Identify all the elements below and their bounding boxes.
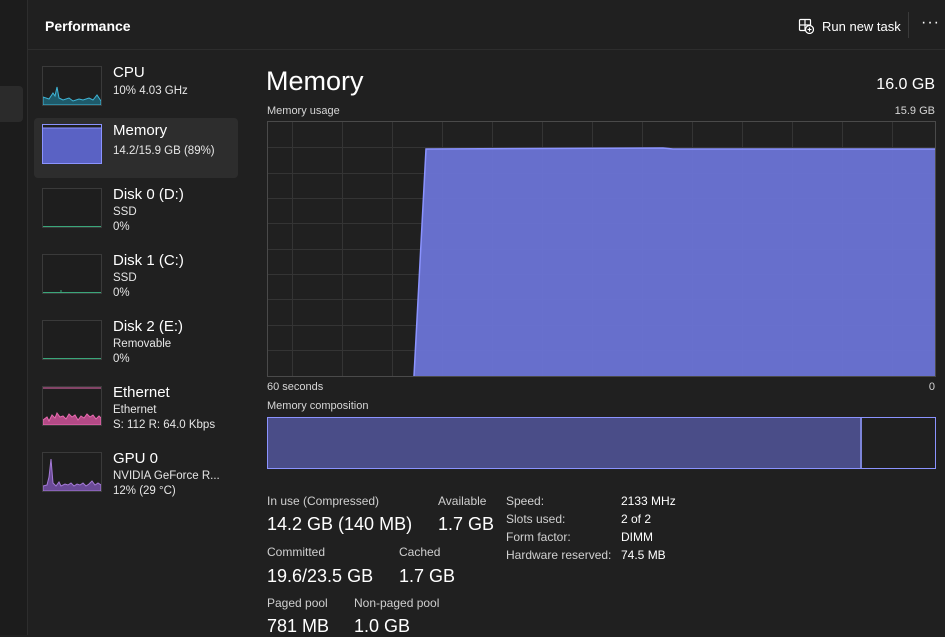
sidebar-item-memory[interactable]: Memory 14.2/15.9 GB (89%) xyxy=(34,118,238,178)
sidebar-item-disk-0[interactable]: Disk 0 (D:) SSD 0% xyxy=(34,182,238,242)
sidebar-item-detail: 0% xyxy=(113,287,130,299)
committed-value: 19.6/23.5 GB xyxy=(267,566,374,586)
sidebar-item-type: SSD xyxy=(113,272,137,284)
non-paged-pool-value: 1.0 GB xyxy=(354,616,411,636)
available-label: Available xyxy=(438,494,487,508)
hardware-reserved-label: Hardware reserved: xyxy=(506,548,612,562)
run-new-task-button[interactable]: Run new task xyxy=(798,14,901,38)
run-new-task-label: Run new task xyxy=(822,18,901,34)
disk-0-thumbnail-graph xyxy=(42,188,102,228)
memory-usage-label: Memory usage xyxy=(267,105,340,117)
non-paged-pool-label: Non-paged pool xyxy=(354,596,440,610)
cached-value: 1.7 GB xyxy=(399,566,456,586)
in-use-label: In use (Compressed) xyxy=(267,494,380,508)
performance-sidebar: CPU 10% 4.03 GHz Memory 14.2/15.9 GB (89… xyxy=(28,56,238,635)
slots-used-label: Slots used: xyxy=(506,512,566,526)
memory-thumbnail-graph xyxy=(42,124,102,164)
paged-pool-value: 781 MB xyxy=(267,616,330,636)
time-end-label: 0 xyxy=(928,381,935,393)
sidebar-item-type: SSD xyxy=(113,206,137,218)
disk-2-thumbnail-graph xyxy=(42,320,102,360)
speed-value: 2133 MHz xyxy=(621,494,676,508)
disk-1-thumbnail-graph xyxy=(42,254,102,294)
sidebar-item-name: Memory xyxy=(113,122,168,139)
sidebar-item-detail: S: 112 R: 64.0 Kbps xyxy=(113,419,216,431)
sidebar-item-detail: 14.2/15.9 GB (89%) xyxy=(113,145,215,157)
time-span-label: 60 seconds xyxy=(267,381,324,393)
sidebar-item-ethernet[interactable]: Ethernet Ethernet S: 112 R: 64.0 Kbps xyxy=(34,380,238,440)
sidebar-item-type: NVIDIA GeForce R... xyxy=(113,470,220,482)
available-value: 1.7 GB xyxy=(438,514,495,534)
cpu-thumbnail-graph xyxy=(42,66,102,106)
hardware-reserved-value: 74.5 MB xyxy=(621,548,666,562)
memory-usage-max: 15.9 GB xyxy=(894,105,935,117)
memory-usage-graph xyxy=(267,121,936,377)
sidebar-item-name: Ethernet xyxy=(113,384,170,401)
memory-usage-area xyxy=(414,148,935,376)
sidebar-item-name: Disk 0 (D:) xyxy=(113,186,184,203)
slots-used-value: 2 of 2 xyxy=(621,512,652,526)
run-task-icon xyxy=(798,18,815,35)
left-nav-selected-item[interactable] xyxy=(0,86,23,122)
sidebar-item-detail: 12% (29 °C) xyxy=(113,485,176,497)
sidebar-item-disk-2[interactable]: Disk 2 (E:) Removable 0% xyxy=(34,314,238,374)
speed-label: Speed: xyxy=(506,494,545,508)
cached-label: Cached xyxy=(399,545,441,559)
left-nav-strip xyxy=(0,0,27,635)
sidebar-item-cpu[interactable]: CPU 10% 4.03 GHz xyxy=(34,60,238,120)
page-title: Performance xyxy=(45,18,131,34)
more-options-button[interactable]: ··· xyxy=(921,15,945,36)
ethernet-thumbnail-graph xyxy=(42,386,102,426)
form-factor-label: Form factor: xyxy=(506,530,571,544)
form-factor-value: DIMM xyxy=(621,530,653,544)
memory-composition-bar xyxy=(267,417,936,469)
committed-label: Committed xyxy=(267,545,326,559)
in-use-value: 14.2 GB (140 MB) xyxy=(267,514,413,534)
memory-title: Memory xyxy=(266,66,364,96)
sidebar-item-name: Disk 2 (E:) xyxy=(113,318,184,335)
sidebar-item-detail: 0% xyxy=(113,353,130,365)
sidebar-item-type: Ethernet xyxy=(113,404,157,416)
sidebar-item-name: CPU xyxy=(113,64,145,81)
sidebar-item-gpu-0[interactable]: GPU 0 NVIDIA GeForce R... 12% (29 °C) xyxy=(34,446,238,506)
sidebar-item-disk-1[interactable]: Disk 1 (C:) SSD 0% xyxy=(34,248,238,308)
header-divider xyxy=(908,12,909,38)
memory-composition-label: Memory composition xyxy=(267,400,369,412)
sidebar-item-detail: 0% xyxy=(113,221,130,233)
gpu-thumbnail-graph xyxy=(42,452,102,492)
sidebar-item-name: GPU 0 xyxy=(113,450,159,467)
paged-pool-label: Paged pool xyxy=(267,596,328,610)
sidebar-item-detail: 10% 4.03 GHz xyxy=(113,85,188,97)
memory-total: 16.0 GB xyxy=(876,76,935,93)
main-window: Performance Run new task ··· CPU 10% 4.0… xyxy=(27,0,945,636)
sidebar-item-type: Removable xyxy=(113,338,172,350)
composition-in-use-segment xyxy=(268,418,862,468)
sidebar-item-name: Disk 1 (C:) xyxy=(113,252,184,269)
header-bar: Performance Run new task ··· xyxy=(28,0,945,50)
